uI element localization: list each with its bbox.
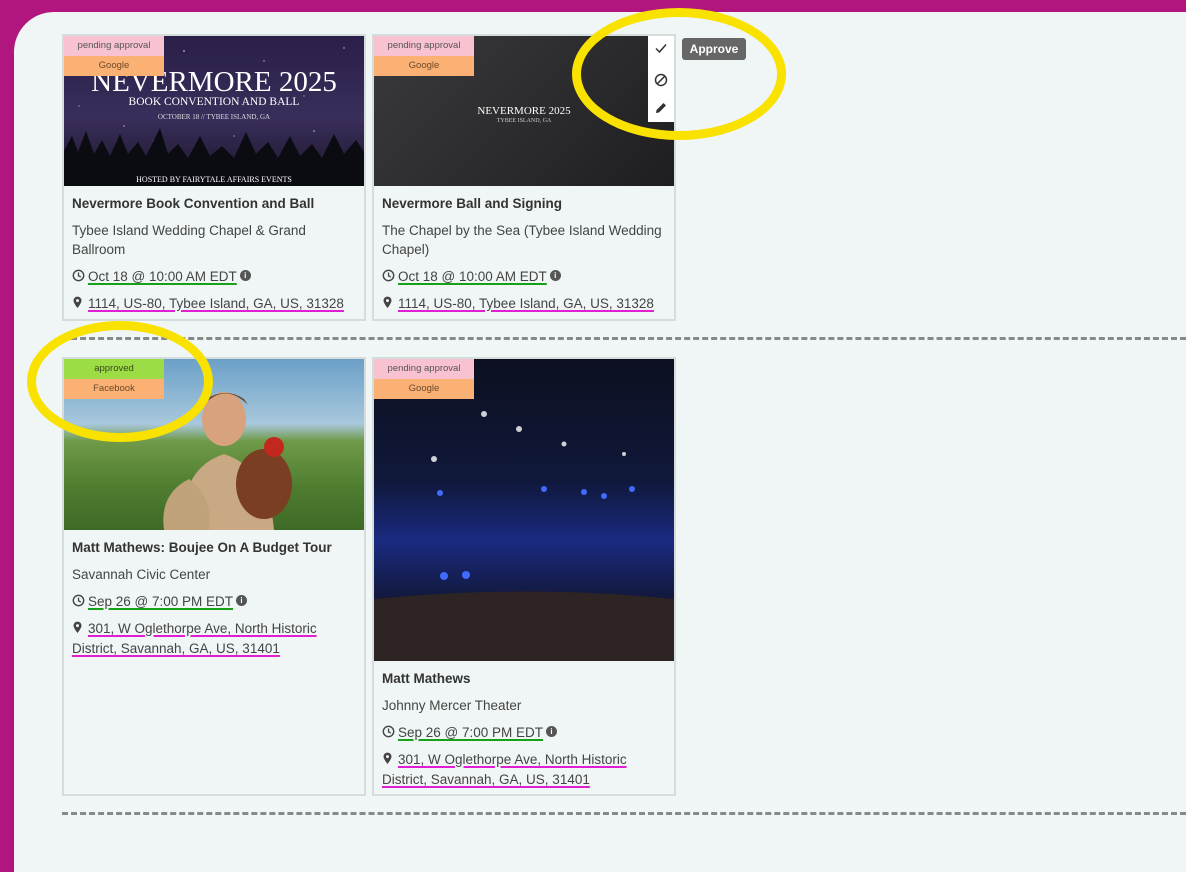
highlight-ring	[27, 321, 213, 442]
row-divider	[62, 337, 1186, 340]
map-pin-icon	[382, 751, 398, 770]
status-badge: pending approval	[64, 36, 164, 56]
info-icon[interactable]: i	[239, 270, 251, 281]
event-card[interactable]: pending approval Google Matt Mathews Joh…	[372, 357, 676, 796]
clock-icon	[72, 268, 88, 287]
clock-icon	[72, 593, 88, 612]
event-address-link[interactable]: 301, W Oglethorpe Ave, North Historic Di…	[382, 752, 627, 787]
event-venue: Savannah Civic Center	[72, 567, 211, 582]
poster-dateline: OCTOBER 18 // TYBEE ISLAND, GA	[157, 113, 271, 121]
source-badge: Google	[374, 56, 474, 76]
poster-footer: HOSTED BY FAIRYTALE AFFAIRS EVENTS	[136, 175, 292, 184]
event-date-row: Sep 26 @ 7:00 PM EDT i	[72, 592, 362, 612]
event-title[interactable]: Nevermore Ball and Signing	[382, 196, 562, 211]
event-date-link[interactable]: Oct 18 @ 10:00 AM EDT	[88, 269, 237, 284]
info-icon[interactable]: i	[546, 726, 558, 737]
map-pin-icon	[382, 295, 398, 314]
source-badge: Google	[374, 379, 474, 399]
event-venue: Johnny Mercer Theater	[382, 698, 522, 713]
event-card[interactable]: NEVERMORE 2025 BOOK CONVENTION AND BALL …	[62, 34, 366, 321]
photo-art	[374, 385, 674, 661]
info-icon[interactable]: i	[236, 595, 248, 606]
source-badge: Google	[64, 56, 164, 76]
event-title[interactable]: Nevermore Book Convention and Ball	[72, 196, 314, 211]
event-address-row: 1114, US-80, Tybee Island, GA, US, 31328	[72, 294, 362, 314]
event-address-row: 301, W Oglethorpe Ave, North Historic Di…	[382, 750, 672, 789]
event-venue: Tybee Island Wedding Chapel & Grand Ball…	[72, 223, 306, 257]
event-title[interactable]: Matt Mathews: Boujee On A Budget Tour	[72, 540, 332, 555]
event-title[interactable]: Matt Mathews	[382, 671, 471, 686]
event-date-row: Oct 18 @ 10:00 AM EDT i	[382, 267, 672, 287]
clock-icon	[382, 268, 398, 287]
info-icon[interactable]: i	[549, 270, 561, 281]
event-date-link[interactable]: Sep 26 @ 7:00 PM EDT	[398, 725, 543, 740]
event-image[interactable]	[374, 359, 674, 661]
event-address-row: 1114, US-80, Tybee Island, GA, US, 31328	[382, 294, 672, 314]
event-address-row: 301, W Oglethorpe Ave, North Historic Di…	[72, 619, 362, 658]
event-date-link[interactable]: Sep 26 @ 7:00 PM EDT	[88, 594, 233, 609]
poster-subheading: BOOK CONVENTION AND BALL	[128, 96, 300, 108]
event-venue: The Chapel by the Sea (Tybee Island Wedd…	[382, 223, 662, 257]
row-divider	[62, 812, 1186, 815]
event-date-row: Sep 26 @ 7:00 PM EDT i	[382, 723, 672, 743]
highlight-ring	[572, 8, 786, 140]
event-date-row: Oct 18 @ 10:00 AM EDT i	[72, 267, 362, 287]
event-address-link[interactable]: 1114, US-80, Tybee Island, GA, US, 31328	[398, 296, 654, 311]
status-badge: pending approval	[374, 36, 474, 56]
clock-icon	[382, 724, 398, 743]
event-date-link[interactable]: Oct 18 @ 10:00 AM EDT	[398, 269, 547, 284]
event-address-link[interactable]: 1114, US-80, Tybee Island, GA, US, 31328	[88, 296, 344, 311]
map-pin-icon	[72, 620, 88, 639]
map-pin-icon	[72, 295, 88, 314]
status-badge: pending approval	[374, 359, 474, 379]
event-address-link[interactable]: 301, W Oglethorpe Ave, North Historic Di…	[72, 621, 317, 656]
